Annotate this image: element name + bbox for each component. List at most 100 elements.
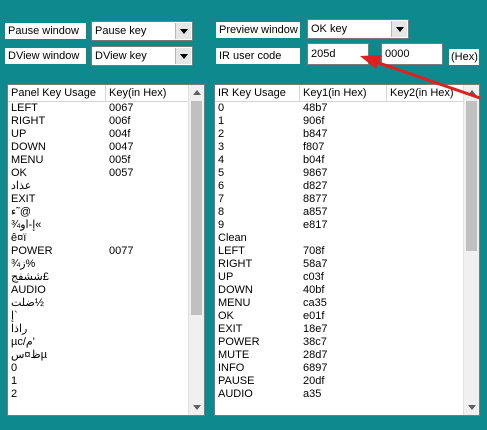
table-cell xyxy=(387,154,465,167)
pause-key-select[interactable]: Pause key xyxy=(91,21,193,41)
table-row[interactable]: MUTE 28d7 xyxy=(215,349,479,362)
table-cell: راذا xyxy=(11,323,28,335)
table-row[interactable]: 0 48b7 xyxy=(215,102,479,115)
scrollbar-thumb[interactable] xyxy=(466,101,477,251)
column-header-key2-in-hex[interactable]: Key2(in Hex) xyxy=(387,85,465,101)
table-row[interactable]: µc/م' xyxy=(8,336,204,349)
pause-key-value: Pause key xyxy=(95,25,147,37)
table-row[interactable]: 1 xyxy=(8,375,204,388)
ok-key-select[interactable]: OK key xyxy=(307,19,409,39)
table-row[interactable]: 1 906f xyxy=(215,115,479,128)
table-row[interactable]: OK 0057 xyxy=(8,167,204,180)
table-row[interactable]: 5 9867 xyxy=(215,167,479,180)
table-cell: AUDIO xyxy=(11,284,46,296)
table-cell xyxy=(106,206,190,219)
ok-key-value: OK key xyxy=(311,23,348,35)
vertical-scrollbar[interactable] xyxy=(188,85,204,415)
table-cell: f807 xyxy=(303,141,325,153)
table-cell: ¾إ-أو« xyxy=(11,219,42,231)
table-row[interactable]: 6 d827 xyxy=(215,180,479,193)
scrollbar-thumb[interactable] xyxy=(191,101,202,315)
table-row[interactable]: 8 a857 xyxy=(215,206,479,219)
table-row[interactable]: UP 004f xyxy=(8,128,204,141)
chevron-down-icon[interactable] xyxy=(175,23,191,39)
table-row[interactable]: EXIT xyxy=(8,193,204,206)
table-row[interactable]: POWER 0077 xyxy=(8,245,204,258)
table-cell xyxy=(300,232,387,245)
column-header-panel-key-usage[interactable]: Panel Key Usage xyxy=(8,85,106,101)
chevron-down-icon[interactable] xyxy=(391,21,407,37)
ir-user-code-input[interactable]: 205d xyxy=(307,43,369,65)
table-row[interactable]: 0 xyxy=(8,362,204,375)
table-cell xyxy=(387,271,465,284)
scroll-up-arrow-icon[interactable] xyxy=(464,85,479,100)
table-row[interactable]: 2 b847 xyxy=(215,128,479,141)
table-row[interactable]: ششفج£ xyxy=(8,271,204,284)
table-cell xyxy=(387,206,465,219)
table-cell: 6897 xyxy=(303,362,328,374)
table-row[interactable]: RIGHT 006f xyxy=(8,115,204,128)
table-cell xyxy=(106,232,190,245)
table-cell: 906f xyxy=(303,115,325,127)
table-cell xyxy=(387,362,465,375)
table-cell: LEFT xyxy=(11,102,38,114)
table-row[interactable]: 3 f807 xyxy=(215,141,479,154)
column-header-key-in-hex[interactable]: Key(in Hex) xyxy=(106,85,190,101)
table-row[interactable]: ضلت½ xyxy=(8,297,204,310)
table-row[interactable]: DOWN 0047 xyxy=(8,141,204,154)
table-cell: 708f xyxy=(303,245,325,257)
vertical-scrollbar[interactable] xyxy=(463,85,479,415)
table-row[interactable]: Clean xyxy=(215,232,479,245)
table-row[interactable]: ¾إ-أو« xyxy=(8,219,204,232)
table-cell: EXIT xyxy=(218,323,243,335)
table-row[interactable]: UP c03f xyxy=(215,271,479,284)
table-row[interactable]: ظ¤سµ xyxy=(8,349,204,362)
table-row[interactable]: EXIT 18e7 xyxy=(215,323,479,336)
table-row[interactable]: AUDIO a35 xyxy=(215,388,479,401)
table-row[interactable]: راذا xyxy=(8,323,204,336)
table-cell: 18e7 xyxy=(303,323,328,335)
table-row[interactable]: ê¤ï xyxy=(8,232,204,245)
table-cell: UP xyxy=(218,271,234,283)
table-row[interactable]: INFO 6897 xyxy=(215,362,479,375)
column-header-key1-in-hex[interactable]: Key1(in Hex) xyxy=(300,85,387,101)
table-row[interactable]: PAUSE 20df xyxy=(215,375,479,388)
column-header-ir-key-usage[interactable]: IR Key Usage xyxy=(215,85,300,101)
table-row[interactable]: LEFT 708f xyxy=(215,245,479,258)
table-cell: 1 xyxy=(218,115,225,127)
table-cell: 006f xyxy=(109,115,131,127)
table-row[interactable]: 2 xyxy=(8,388,204,401)
table-cell xyxy=(387,167,465,180)
table-row[interactable]: MENU ca35 xyxy=(215,297,479,310)
table-row[interactable]: AUDIO xyxy=(8,284,204,297)
scroll-down-arrow-icon[interactable] xyxy=(189,400,204,415)
table-row[interactable]: DOWN 40bf xyxy=(215,284,479,297)
table-row[interactable]: POWER 38c7 xyxy=(215,336,479,349)
table-row[interactable]: LEFT 0067 xyxy=(8,102,204,115)
table-row[interactable]: ء˜@ xyxy=(8,206,204,219)
second-code-input[interactable]: 0000 xyxy=(381,43,443,65)
chevron-down-icon[interactable] xyxy=(175,48,191,64)
scroll-up-arrow-icon[interactable] xyxy=(189,85,204,100)
table-cell: ضلت½ xyxy=(11,297,44,309)
table-row[interactable]: OK e01f xyxy=(215,310,479,323)
table-cell: b04f xyxy=(303,154,325,166)
table-row[interactable]: RIGHT 58a7 xyxy=(215,258,479,271)
panel-key-table[interactable]: Panel Key Usage Key(in Hex) LEFT 0067 RIGH… xyxy=(7,84,205,416)
table-cell xyxy=(387,232,465,245)
dview-key-select[interactable]: DView key xyxy=(91,46,193,66)
scroll-down-arrow-icon[interactable] xyxy=(464,400,479,415)
table-row[interactable]: عذاد xyxy=(8,180,204,193)
table-row[interactable]: 9 e817 xyxy=(215,219,479,232)
table-row[interactable]: إ` xyxy=(8,310,204,323)
table-cell: b847 xyxy=(303,128,328,140)
table-row[interactable]: MENU 005f xyxy=(8,154,204,167)
table-cell: POWER xyxy=(218,336,260,348)
ir-key-table[interactable]: IR Key Usage Key1(in Hex) Key2(in Hex) 0… xyxy=(214,84,480,416)
table-row[interactable]: 7 8877 xyxy=(215,193,479,206)
table-cell xyxy=(387,388,465,401)
table-row[interactable]: ¾ز% xyxy=(8,258,204,271)
table-cell: e01f xyxy=(303,310,325,322)
table-cell xyxy=(106,297,190,310)
table-row[interactable]: 4 b04f xyxy=(215,154,479,167)
